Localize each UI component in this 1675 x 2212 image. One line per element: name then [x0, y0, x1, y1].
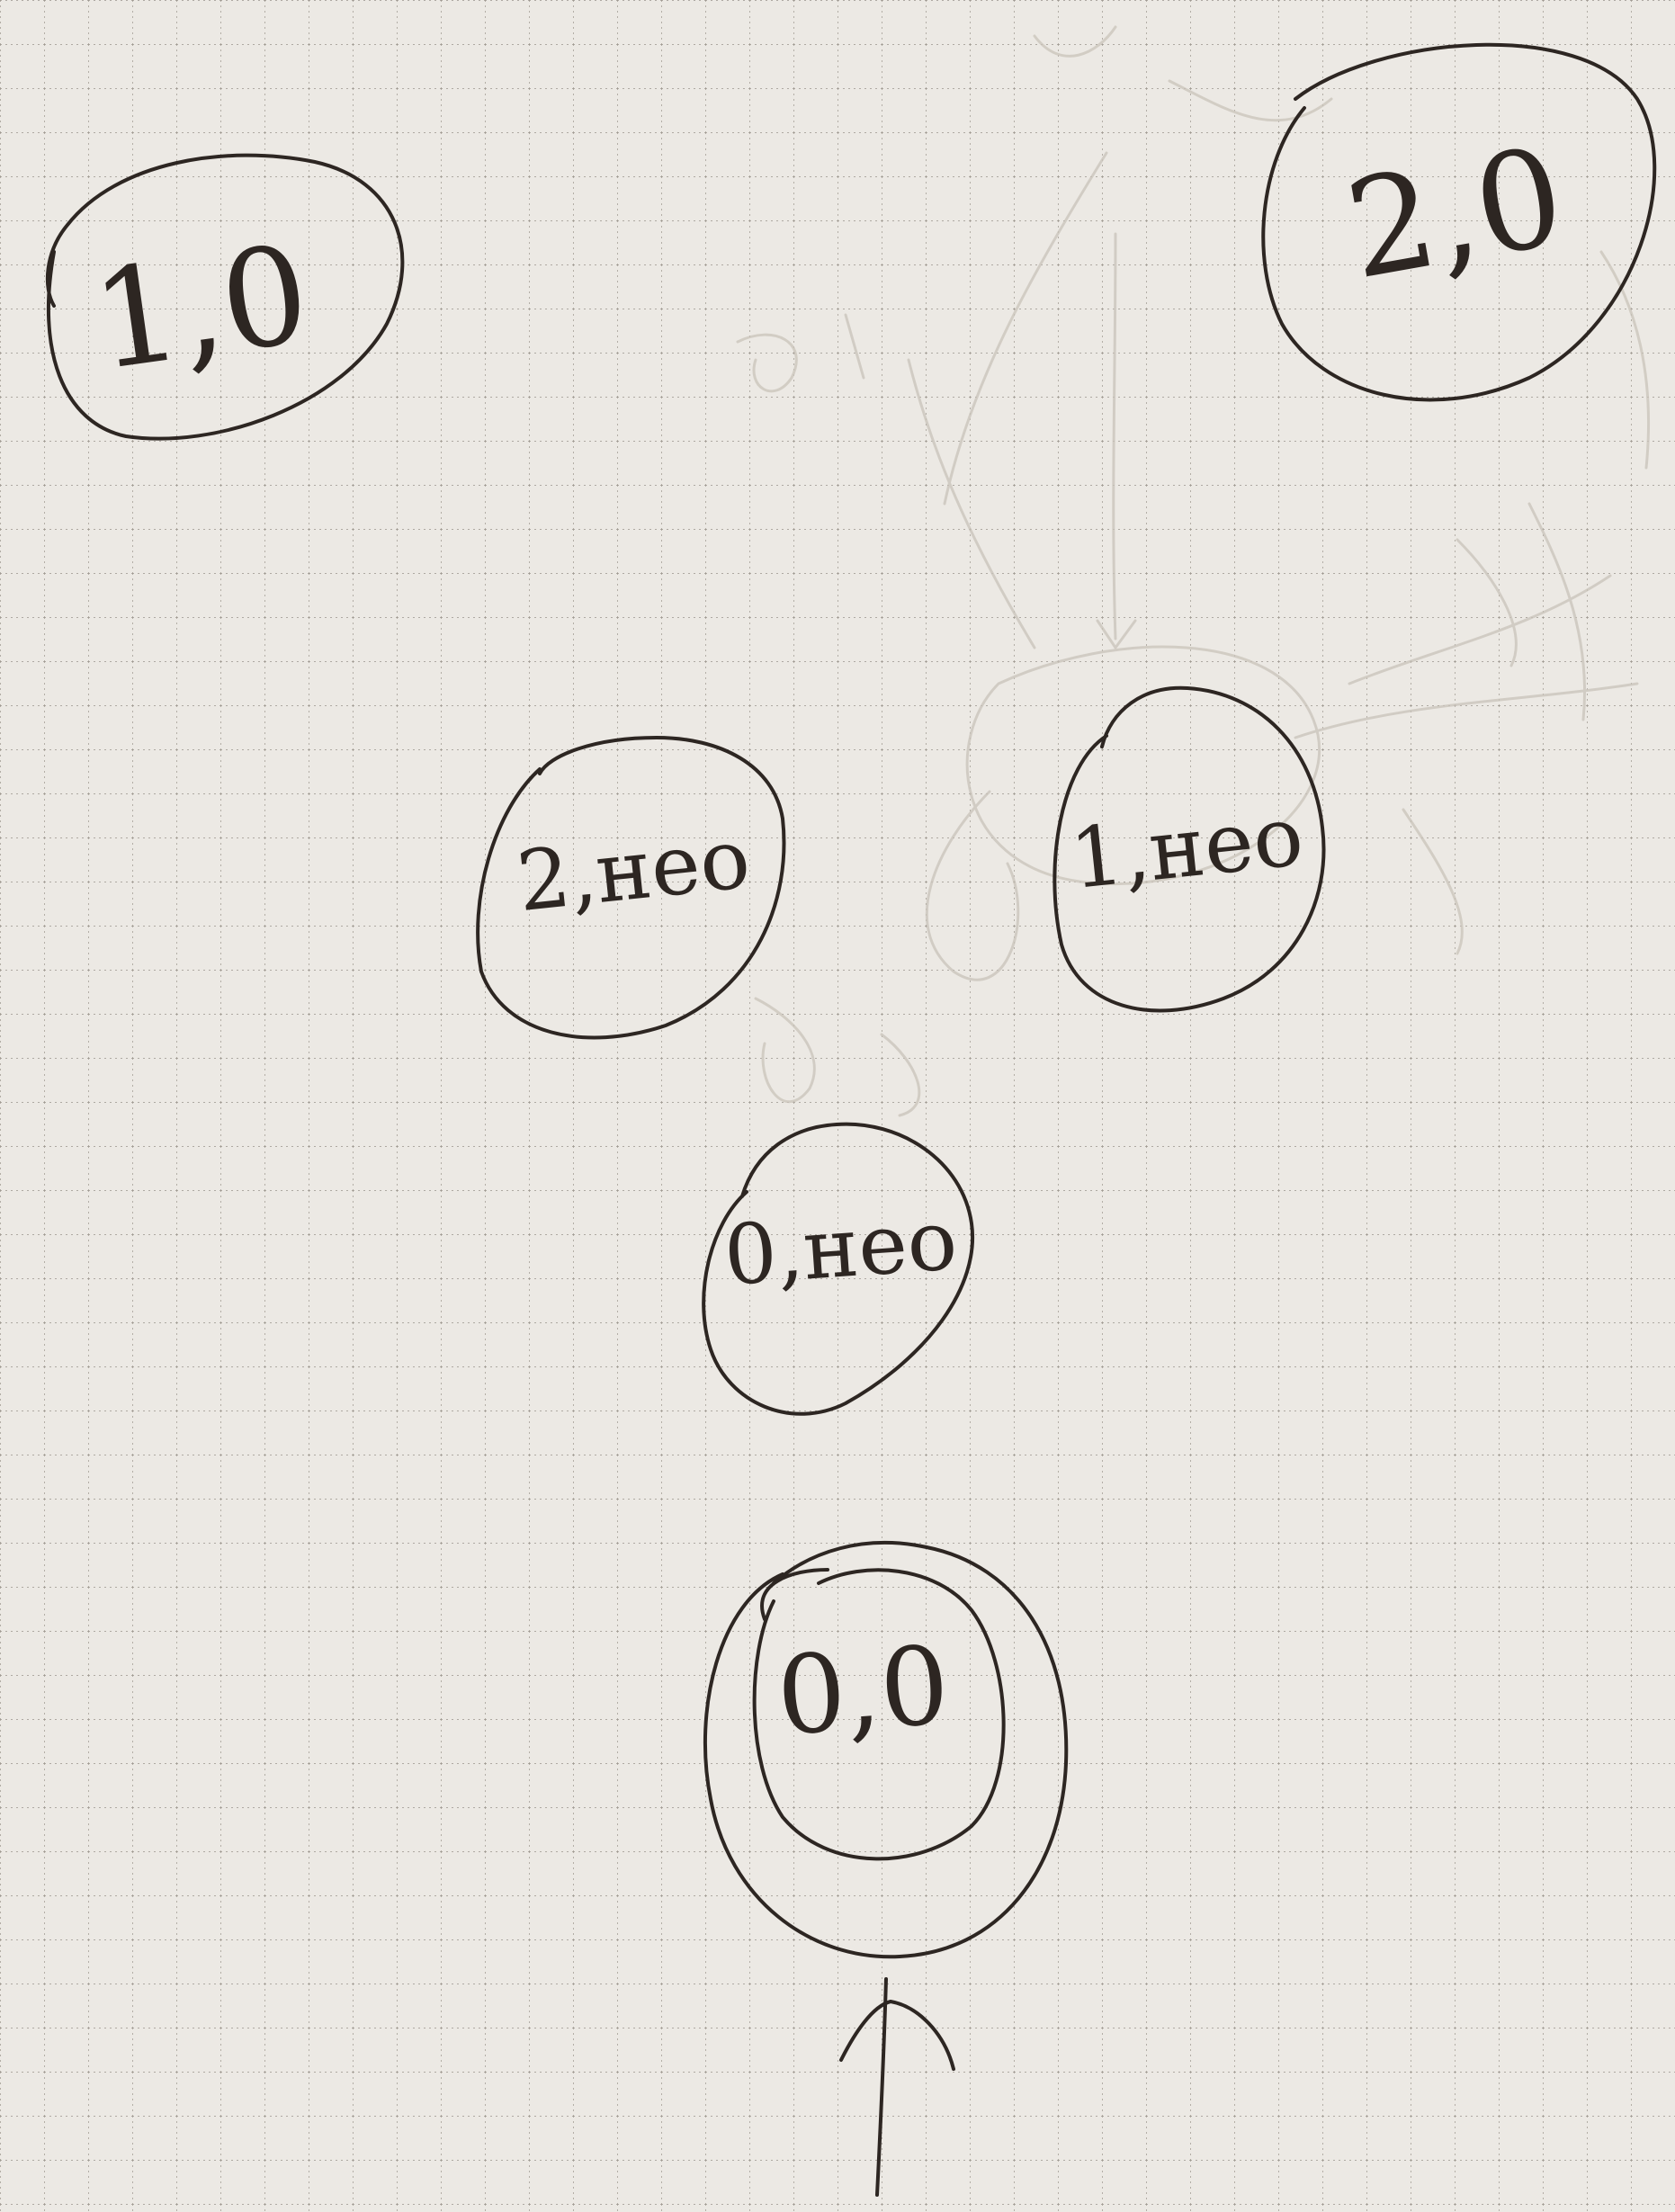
state-label: 0,0	[773, 1624, 953, 1760]
state-label: 1,0	[84, 216, 318, 401]
state-diagram: 1,0 2,0 2,нео 1,нео 0,нео 0,0	[0, 0, 1675, 2212]
notebook-sheet: 1,0 2,0 2,нео 1,нео 0,нео 0,0	[0, 0, 1675, 2212]
state-label: 0,нео	[721, 1192, 961, 1304]
